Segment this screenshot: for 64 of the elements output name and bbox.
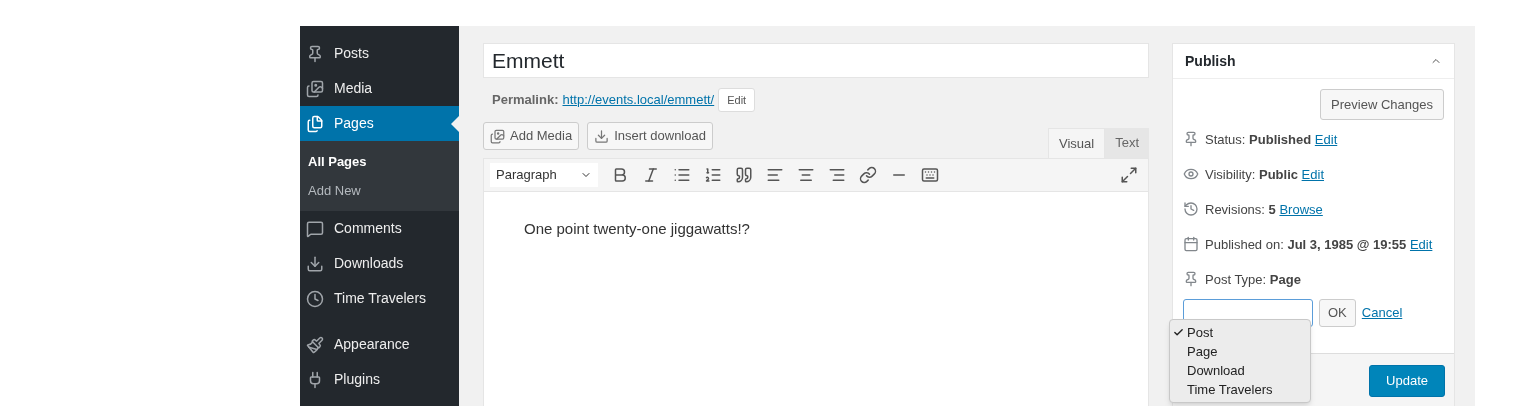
pin-icon [1183,271,1199,287]
align-left-icon[interactable] [766,166,784,184]
download-icon [306,254,324,273]
ok-button[interactable]: OK [1319,299,1356,327]
fullscreen-icon[interactable] [1120,166,1138,184]
dropdown-option[interactable]: Time Travelers [1170,380,1310,399]
dropdown-option[interactable]: Post [1170,323,1310,342]
pages-icon [306,114,324,133]
align-right-icon[interactable] [828,166,846,184]
meta-text: Revisions: 5 Browse [1205,201,1323,219]
eye-icon [1183,166,1199,182]
toolbar-toggle-icon[interactable] [921,166,939,184]
sidebar-item[interactable]: Appearance [300,327,459,362]
preview-button[interactable]: Preview Changes [1320,89,1444,120]
bullet-list-icon[interactable] [673,166,691,184]
cancel-link[interactable]: Cancel [1361,303,1403,323]
meta-text: Published on: Jul 3, 1985 @ 19:55 Edit [1205,236,1433,254]
content-text: One point twenty-one jiggawatts!? [524,219,751,239]
media-button[interactable]: Add Media [483,122,580,150]
edit-button[interactable]: Edit [718,88,756,112]
dropdown-option[interactable]: Download [1170,361,1310,380]
media-button[interactable]: Insert download [587,122,713,150]
permalink-link[interactable]: http://events.local/emmett/ [562,90,715,110]
pin-icon [306,44,324,63]
sidebar-item[interactable]: Pages [300,106,459,141]
submenu-item[interactable]: Add New [300,176,459,205]
italic-icon[interactable] [642,166,660,184]
align-center-icon[interactable] [797,166,815,184]
current-pointer-icon [451,116,459,132]
permalink-label: Permalink: [492,91,559,110]
meta-link[interactable]: Edit [1301,167,1324,182]
quote-icon[interactable] [735,166,753,184]
box-title: Publish [1185,51,1236,71]
title-field[interactable]: Emmett [483,43,1149,78]
clock-icon [306,289,324,308]
editor-tab[interactable]: Visual [1047,128,1106,158]
media-icon [306,79,324,98]
link-icon[interactable] [859,166,877,184]
meta-text: Visibility: Public Edit [1205,166,1324,184]
sidebar-item[interactable]: Posts [300,36,459,71]
submenu-item[interactable]: All Pages [300,147,459,176]
meta-text: Post Type: Page [1205,271,1301,289]
media-icon [490,128,505,144]
meta-link[interactable]: Edit [1314,132,1338,147]
dropdown-option[interactable]: Page [1170,342,1310,361]
numbered-list-icon[interactable] [704,166,722,184]
update-button[interactable]: Update [1369,364,1445,397]
brush-icon [306,335,324,354]
sidebar-item[interactable]: Media [300,71,459,106]
history-icon [1183,201,1199,217]
calendar-icon [1183,236,1199,252]
sidebar-item[interactable]: Plugins [300,362,459,397]
format-select[interactable]: Paragraph [490,163,598,187]
editor-tab[interactable]: Text [1105,128,1149,158]
pin-icon [1183,131,1199,147]
meta-link[interactable]: Edit [1409,237,1433,252]
speech-bubble-icon [306,219,324,238]
download-icon [594,128,610,144]
sidebar-item[interactable]: Time Travelers [300,281,459,316]
meta-link[interactable]: Browse [1279,202,1323,217]
sidebar-item[interactable]: Downloads [300,246,459,281]
editor-content[interactable]: One point twenty-one jiggawatts!? [483,192,1149,406]
meta-text: Status: Published Edit [1205,131,1338,149]
sidebar-item[interactable]: Comments [300,211,459,246]
